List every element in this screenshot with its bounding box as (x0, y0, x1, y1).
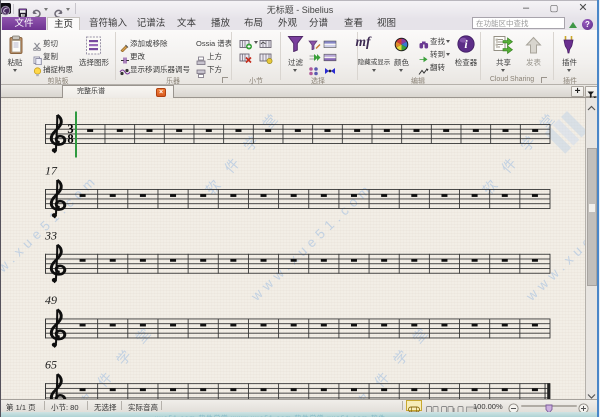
svg-text:17: 17 (45, 164, 58, 178)
svg-text:33: 33 (44, 228, 57, 242)
svg-text:8: 8 (67, 132, 73, 146)
svg-text:65: 65 (45, 358, 57, 372)
svg-text:49: 49 (45, 293, 57, 307)
